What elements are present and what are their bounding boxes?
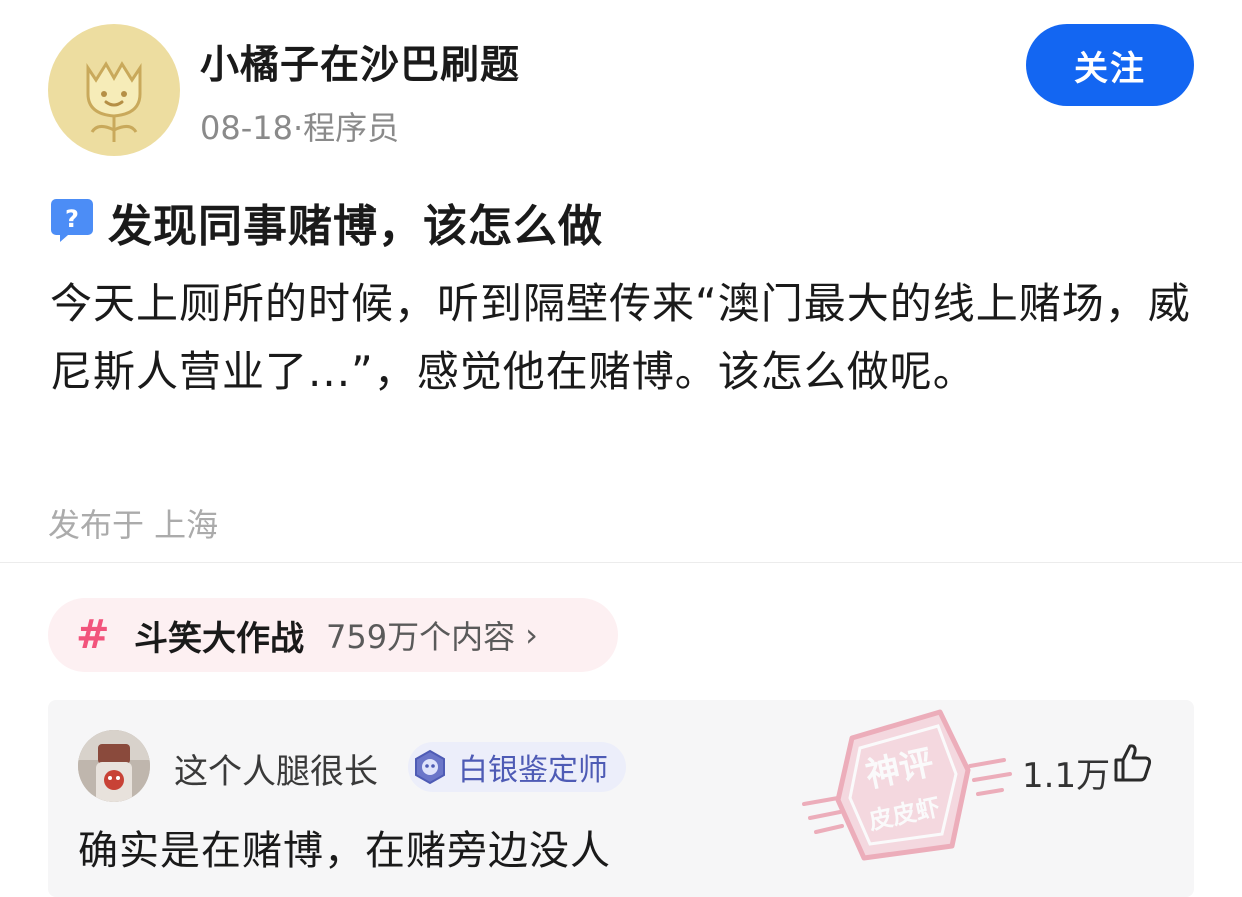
thumbs-up-icon[interactable] <box>1110 740 1154 784</box>
hash-icon: # <box>76 612 110 658</box>
follow-button[interactable]: 关注 <box>1026 24 1194 106</box>
badge-label: 白银鉴定师 <box>458 753 608 788</box>
top-comment[interactable]: 这个人腿很长 白银鉴定师 1.1万 确实是在赌博，在赌旁边没人 <box>48 700 1194 897</box>
post-occupation: 程序员 <box>303 109 400 147</box>
comment-text[interactable]: 确实是在赌博，在赌旁边没人 <box>78 818 611 876</box>
question-badge-icon: ? <box>51 199 93 242</box>
topic-tag[interactable]: # 斗笑大作战 759万个内容 › <box>48 598 618 672</box>
tulip-avatar-icon <box>86 61 142 142</box>
silver-badge-icon <box>415 749 445 785</box>
chevron-right-icon: › <box>525 616 538 654</box>
commenter-badge: 白银鉴定师 <box>408 742 626 792</box>
like-count: 1.1万 <box>1022 756 1111 796</box>
topic-count: 759万个内容 <box>326 618 516 656</box>
post-meta: 08-18·程序员 <box>200 103 399 149</box>
post-location: 发布于 上海 <box>48 506 219 544</box>
meta-separator: · <box>292 109 304 147</box>
commenter-username[interactable]: 这个人腿很长 <box>174 744 378 793</box>
post-body[interactable]: 今天上厕所的时候，听到隔壁传来“澳门最大的线上赌场，威尼斯人营业了...”，感觉… <box>50 270 1200 406</box>
post-username[interactable]: 小橘子在沙巴刷题 <box>200 34 520 90</box>
topic-name: 斗笑大作战 <box>134 618 304 659</box>
commenter-avatar[interactable] <box>78 730 150 802</box>
user-avatar[interactable] <box>48 24 180 156</box>
post-date: 08-18 <box>200 109 293 147</box>
post-card: 小橘子在沙巴刷题 08-18·程序员 关注 ? 发现同事赌博，该怎么做 今天上厕… <box>0 0 1242 563</box>
photo-avatar-icon <box>78 730 150 802</box>
post-title[interactable]: 发现同事赌博，该怎么做 <box>108 190 603 254</box>
svg-text:?: ? <box>65 205 79 233</box>
shenping-stamp-watermark: 神评 皮皮虾 <box>802 709 1012 861</box>
